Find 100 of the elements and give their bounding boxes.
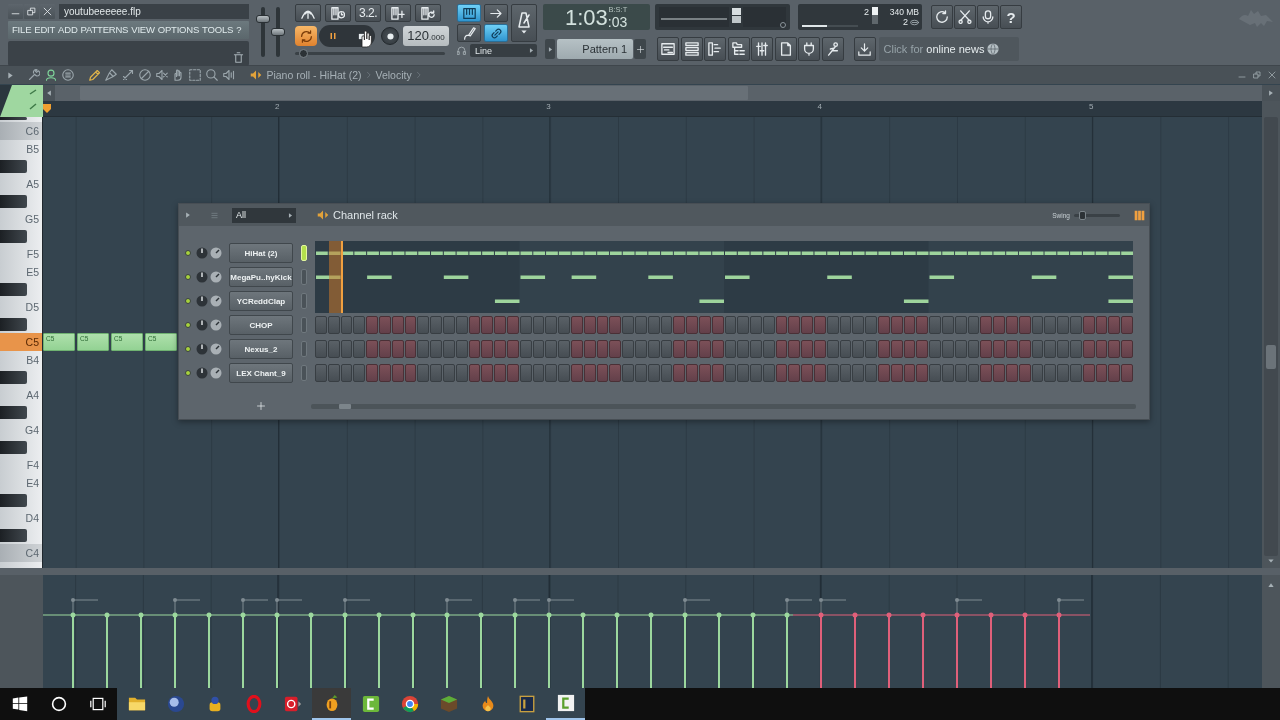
step-button[interactable] xyxy=(890,316,903,334)
restore-button[interactable] xyxy=(1250,68,1264,82)
piano-key[interactable]: A4 xyxy=(0,386,42,404)
tool-button[interactable] xyxy=(221,67,237,83)
sharp-key[interactable] xyxy=(0,493,27,507)
tool-button[interactable] xyxy=(204,67,220,83)
step-button[interactable] xyxy=(622,340,634,358)
step-button[interactable] xyxy=(750,316,762,334)
step-button[interactable] xyxy=(481,340,494,358)
scroll-thumb[interactable] xyxy=(80,86,748,100)
step-button[interactable] xyxy=(814,340,826,358)
restore-button[interactable] xyxy=(24,4,39,19)
step-button[interactable] xyxy=(1031,340,1044,358)
step-button[interactable] xyxy=(442,316,455,334)
step-button[interactable] xyxy=(519,364,532,382)
piano-key[interactable]: F4 xyxy=(0,456,42,475)
pan-knob[interactable] xyxy=(210,247,222,259)
step-button[interactable] xyxy=(596,364,609,382)
pattern-preview[interactable] xyxy=(315,289,1133,313)
grid-icon[interactable] xyxy=(1134,209,1145,221)
step-button[interactable] xyxy=(916,340,929,358)
channel-name-button[interactable]: Nexus_2 xyxy=(229,339,293,359)
toolbar-button[interactable] xyxy=(415,4,441,22)
step-button[interactable] xyxy=(660,340,673,358)
toggle-button[interactable] xyxy=(457,4,481,22)
menu-item[interactable]: EDIT xyxy=(34,21,56,39)
volume-knob[interactable] xyxy=(196,271,208,283)
piano-key[interactable]: C5 xyxy=(0,333,42,351)
step-button[interactable] xyxy=(801,364,814,382)
step-button[interactable] xyxy=(775,316,788,334)
step-button[interactable] xyxy=(1121,340,1133,358)
channel-selector[interactable] xyxy=(301,293,307,309)
step-button[interactable] xyxy=(442,364,455,382)
menu-item[interactable]: FILE xyxy=(12,21,32,39)
pan-knob[interactable] xyxy=(210,367,222,379)
step-button[interactable] xyxy=(417,340,430,358)
step-button[interactable] xyxy=(839,364,852,382)
step-button[interactable] xyxy=(865,340,878,358)
piano-key[interactable]: F5 xyxy=(0,245,42,263)
step-button[interactable] xyxy=(430,316,442,334)
help-button[interactable]: ? xyxy=(1000,5,1022,29)
step-button[interactable] xyxy=(545,364,558,382)
step-button[interactable] xyxy=(1057,364,1069,382)
step-button[interactable] xyxy=(788,364,801,382)
caret-icon[interactable] xyxy=(1268,558,1274,564)
step-button[interactable] xyxy=(724,316,737,334)
scroll-thumb[interactable] xyxy=(1266,345,1276,369)
step-button[interactable] xyxy=(839,340,852,358)
step-button[interactable] xyxy=(1095,340,1108,358)
scroll-thumb[interactable] xyxy=(339,403,351,409)
pan-knob[interactable] xyxy=(210,319,222,331)
piano-key[interactable]: G4 xyxy=(0,421,42,439)
step-button[interactable] xyxy=(596,340,609,358)
menu-item[interactable]: TOOLS xyxy=(202,21,234,39)
step-button[interactable] xyxy=(686,364,698,382)
step-button[interactable] xyxy=(506,316,519,334)
step-button[interactable] xyxy=(634,364,647,382)
step-button[interactable] xyxy=(890,340,903,358)
pan-knob[interactable] xyxy=(210,295,222,307)
toggle-button[interactable] xyxy=(26,67,41,83)
step-button[interactable] xyxy=(775,364,788,382)
step-button[interactable] xyxy=(558,340,570,358)
step-button[interactable] xyxy=(967,364,980,382)
step-button[interactable] xyxy=(801,340,814,358)
tool-button[interactable] xyxy=(187,67,203,83)
step-button[interactable] xyxy=(1082,316,1095,334)
channel-name-button[interactable]: HiHat (2) xyxy=(229,243,293,263)
step-button[interactable] xyxy=(878,316,890,334)
step-button[interactable] xyxy=(558,316,570,334)
step-button[interactable] xyxy=(993,340,1006,358)
pattern-menu-button[interactable] xyxy=(545,39,555,59)
step-button[interactable] xyxy=(391,364,404,382)
step-button[interactable] xyxy=(942,364,954,382)
step-button[interactable] xyxy=(762,340,775,358)
step-button[interactable] xyxy=(724,364,737,382)
step-button[interactable] xyxy=(1018,364,1031,382)
step-button[interactable] xyxy=(634,316,647,334)
step-button[interactable] xyxy=(519,316,532,334)
tool-button[interactable] xyxy=(154,67,170,83)
step-button[interactable] xyxy=(327,364,340,382)
step-button[interactable] xyxy=(852,316,865,334)
step-button[interactable] xyxy=(711,316,724,334)
status-led[interactable] xyxy=(185,298,191,304)
volume-knob[interactable] xyxy=(196,367,208,379)
sharp-key[interactable] xyxy=(0,159,27,173)
step-button[interactable] xyxy=(762,364,775,382)
step-button[interactable] xyxy=(455,316,468,334)
step-button[interactable] xyxy=(967,316,980,334)
toolbar-button[interactable] xyxy=(385,4,411,22)
step-button[interactable] xyxy=(1044,316,1057,334)
step-button[interactable] xyxy=(430,340,442,358)
step-button[interactable] xyxy=(647,364,660,382)
step-button[interactable] xyxy=(609,316,622,334)
step-button[interactable] xyxy=(660,316,673,334)
menu-item[interactable]: PATTERNS xyxy=(80,21,129,39)
toolbar-button[interactable] xyxy=(704,37,726,61)
step-button[interactable] xyxy=(801,316,814,334)
news-button[interactable]: Click for online news xyxy=(878,37,1019,61)
step-button[interactable] xyxy=(903,364,916,382)
channel-selector[interactable] xyxy=(301,341,307,357)
